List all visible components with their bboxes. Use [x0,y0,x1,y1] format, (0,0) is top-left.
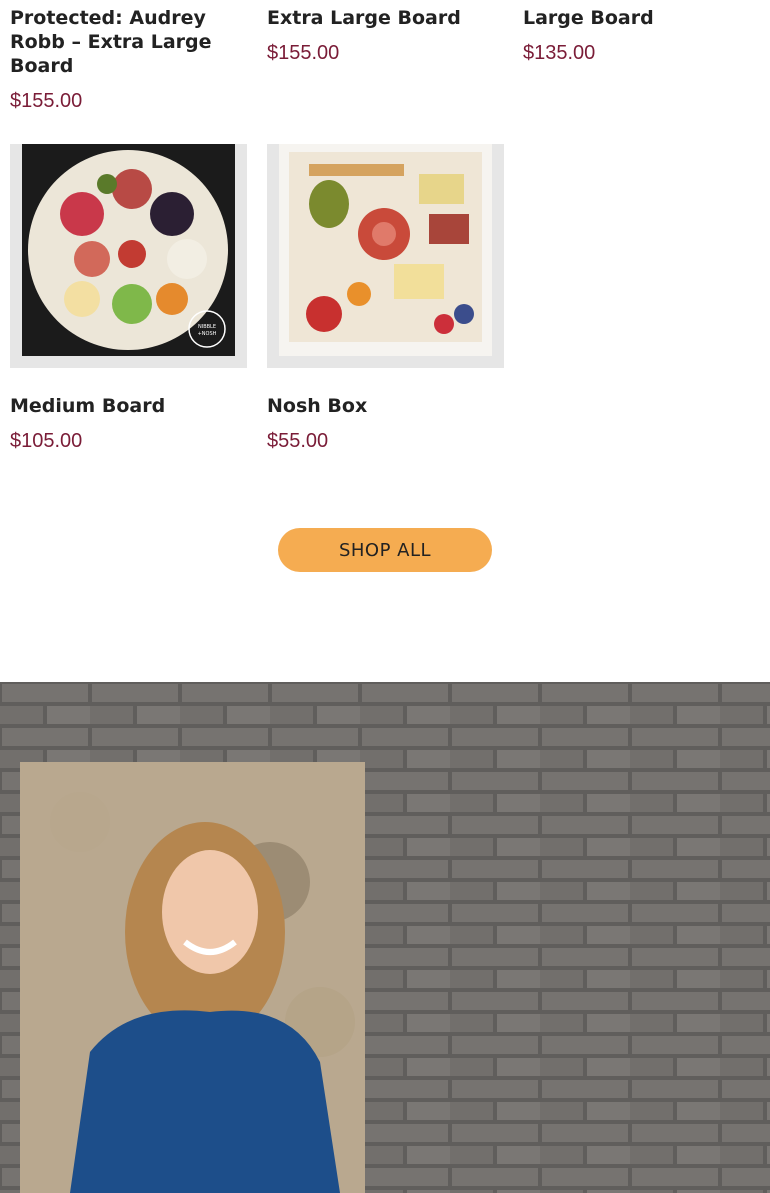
product-price: $155.00 [10,90,83,112]
product-image-nosh-box[interactable] [267,144,504,368]
product-image-medium-board[interactable]: NIBBLE +NOSH [10,144,247,368]
product-title-link[interactable]: Protected: Audrey Robb – Extra Large Boa… [10,6,250,78]
portrait-photo [20,762,365,1193]
product-title-link[interactable]: Large Board [523,6,763,30]
product-card[interactable]: Protected: Audrey Robb – Extra Large Boa… [10,6,250,113]
product-card[interactable]: Extra Large Board $155.00 [267,6,507,65]
product-price: $105.00 [10,430,83,452]
product-price: $55.00 [267,430,329,452]
product-card[interactable]: Nosh Box $55.00 [267,394,507,453]
svg-text:NIBBLE: NIBBLE [198,324,216,330]
product-title-link[interactable]: Extra Large Board [267,6,507,30]
product-card[interactable]: Medium Board $105.00 [10,394,250,453]
shop-all-button[interactable]: SHOP ALL [278,528,492,572]
product-title-link[interactable]: Nosh Box [267,394,507,418]
charcuterie-board-image: NIBBLE +NOSH [22,144,235,356]
nosh-box-image [279,144,492,356]
about-section [0,682,770,1193]
svg-text:+NOSH: +NOSH [198,331,217,337]
product-title-link[interactable]: Medium Board [10,394,250,418]
owner-portrait [20,762,365,1193]
product-price: $155.00 [267,42,340,64]
product-price: $135.00 [523,42,596,64]
product-card[interactable]: Large Board $135.00 [523,6,763,65]
